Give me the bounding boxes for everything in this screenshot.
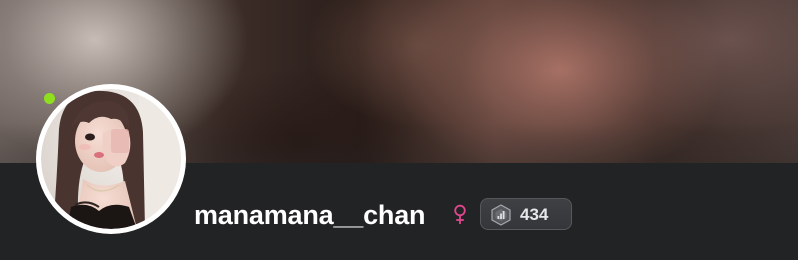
hexagon-level-icon xyxy=(491,204,511,226)
profile-header: manamana__chan 434 xyxy=(0,0,798,260)
level-badge[interactable]: 434 xyxy=(480,198,572,230)
avatar[interactable] xyxy=(36,84,186,234)
username[interactable]: manamana__chan xyxy=(194,199,426,231)
level-count: 434 xyxy=(520,205,549,224)
avatar-photo xyxy=(41,89,181,229)
female-symbol-icon xyxy=(454,204,466,224)
online-status-dot xyxy=(44,93,55,104)
